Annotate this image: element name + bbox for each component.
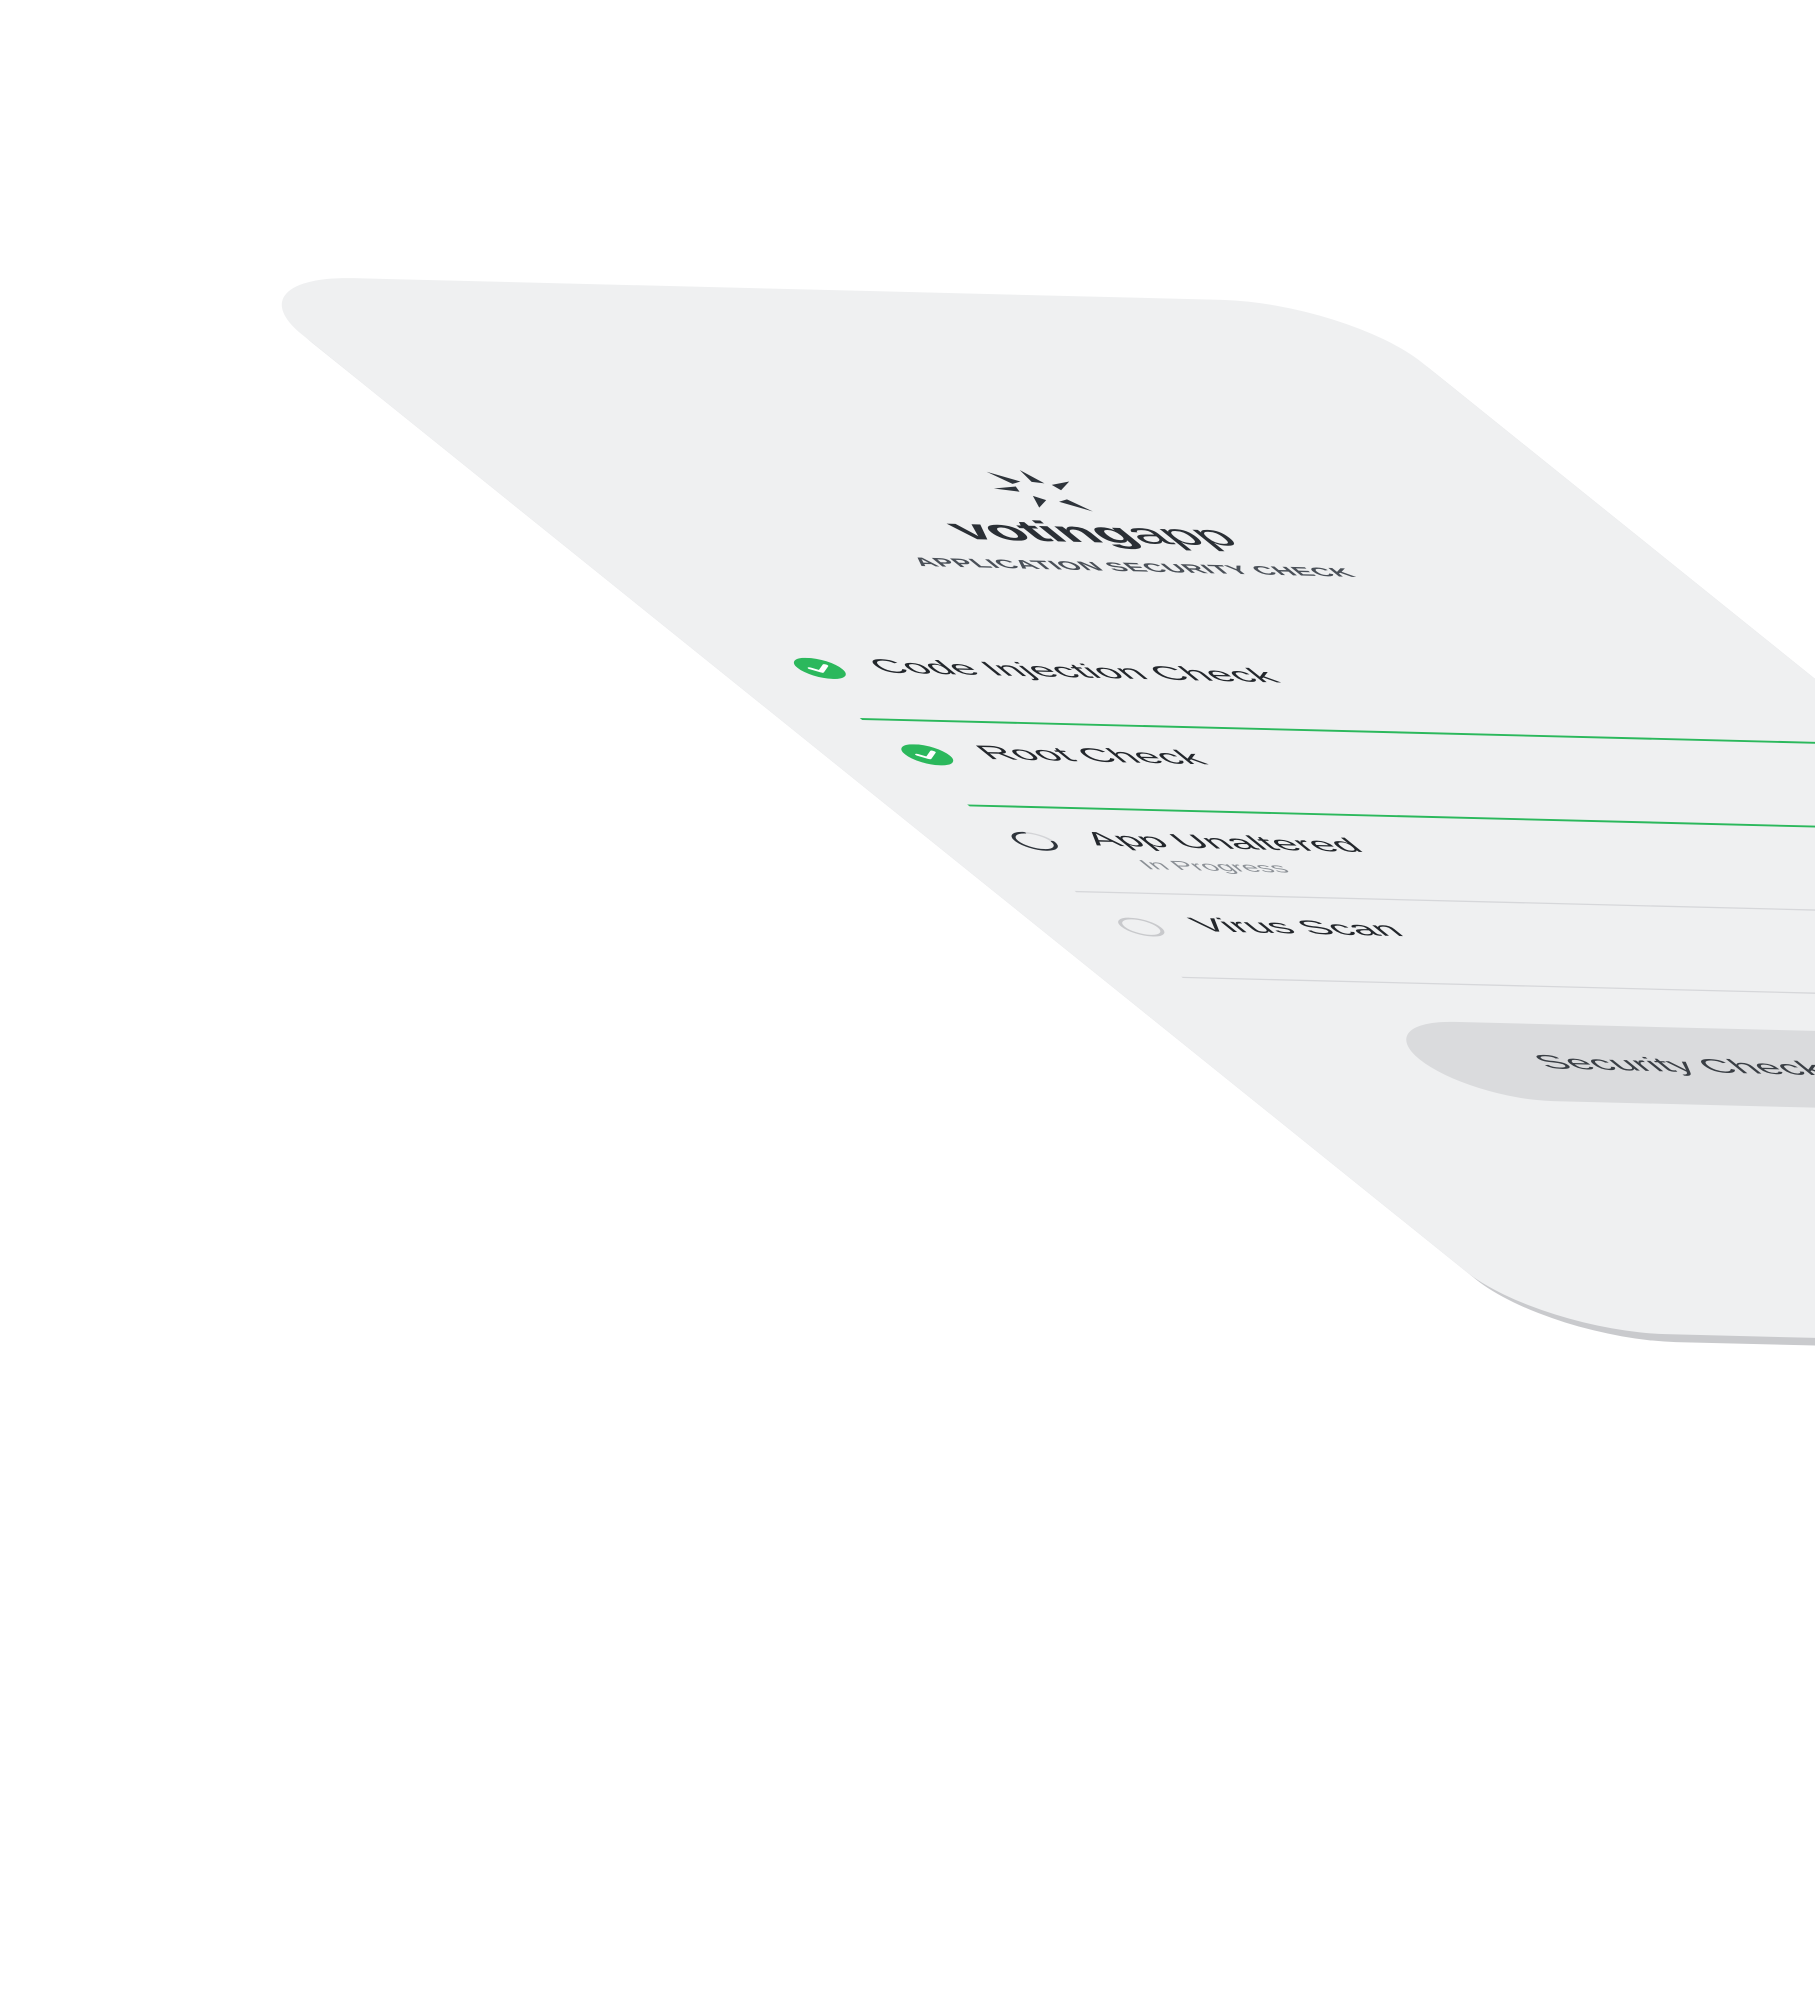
check-label: Root Check: [968, 741, 1215, 770]
security-check-button[interactable]: Security Check In Progress...: [1370, 1019, 1815, 1119]
star-logo-icon: [986, 470, 1093, 512]
check-label: Virus Scan: [1182, 914, 1412, 941]
check-circle-icon: [901, 744, 954, 766]
brand-header: votingapp APPLICATION SECURITY CHECK: [449, 453, 1703, 589]
security-check-list: Code Injection Check Root Check App Unal…: [754, 633, 1815, 1004]
check-circle-icon: [793, 657, 846, 679]
check-label: Code Injection Check: [860, 655, 1287, 688]
check-status-text: In Progress: [1133, 857, 1296, 876]
empty-circle-icon: [1118, 917, 1165, 937]
spinner-icon: [1011, 831, 1058, 851]
stage: votingapp APPLICATION SECURITY CHECK Cod…: [0, 0, 1815, 1989]
phone-screen: votingapp APPLICATION SECURITY CHECK Cod…: [228, 275, 1815, 1359]
check-item-virus-scan: Virus Scan: [1076, 892, 1815, 1004]
phone-mockup: votingapp APPLICATION SECURITY CHECK Cod…: [228, 275, 1815, 1367]
check-label: App Unaltered: [1075, 828, 1372, 857]
